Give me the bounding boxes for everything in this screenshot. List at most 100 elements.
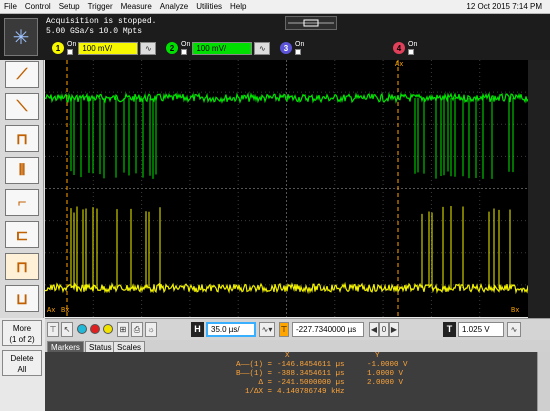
menu-file[interactable]: File [0,0,21,14]
marker-row: 1/ΔX = 4.140786749 kHz [45,388,537,397]
trigger-badge: T [443,322,456,337]
more-button-page: (1 of 2) [9,335,35,344]
more-button-label: More [12,324,32,333]
marker-ax-top-label: Ax [395,61,404,69]
markers-header-x: X [285,352,290,360]
cyan-color-icon[interactable] [77,324,87,334]
timebase-field[interactable]: 35.0 µs/ [206,322,256,337]
marker-row-x: -388.3454611 µs [277,370,345,378]
arrow-icon[interactable]: ↖ [61,322,73,337]
channel-2-checkbox[interactable] [181,49,187,55]
fine-adjust-icon[interactable]: ∿▾ [259,322,275,337]
tab-status[interactable]: Status [85,341,116,352]
menu-trigger[interactable]: Trigger [84,0,117,14]
brightness-icon[interactable]: ☼ [145,322,157,337]
marker-row-y: 1.0000 V [367,370,404,378]
channel-3-control[interactable]: 3 On [280,40,306,56]
date-time: 12 Oct 2015 7:14 PM [466,2,542,11]
channel-1-control[interactable]: 1 On 100 mV/ ∿ [52,40,157,56]
channel-2-coupling-icon[interactable]: ∿ [254,41,271,55]
marker-row: A——(1) = -146.8454611 µs -1.0000 V [45,361,537,370]
channel-3-badge: 3 [280,42,292,54]
markers-panel: X Y A——(1) = -146.8454611 µs -1.0000 V B… [45,352,537,411]
channel-3-on-label: On [295,41,305,48]
edge-trigger-icon[interactable]: ⟋ [5,61,39,88]
print-icon[interactable]: ⎙ [131,322,143,337]
channel-4-on-label: On [408,41,418,48]
marker-row-name: A——(1) = [235,361,272,369]
marker-row-name: 1/ΔX = [244,388,272,396]
channel-1-scale-field[interactable]: 100 mV/ [78,41,139,55]
menu-control[interactable]: Control [21,0,55,14]
marker-row: B——(1) = -388.3454611 µs 1.0000 V [45,370,537,379]
marker-bx-bottom-label: Bx [61,307,70,315]
red-color-icon[interactable] [90,324,100,334]
channel-2-scale-field[interactable]: 100 mV/ [192,41,253,55]
channel-4-badge: 4 [393,42,405,54]
trigger-toolbar: ⟋ ⟍ ⊓ ⫴ ⌐ ⊏ ⊓ ⊔ [0,60,44,318]
marker-bx-right-label: Bx [511,307,520,315]
channel-1-checkbox[interactable] [67,49,73,55]
channel-2-on-label: On [181,41,191,48]
more-button[interactable]: More (1 of 2) [2,320,42,346]
acquisition-status: Acquisition is stopped. 5.00 GSa/s 10.0 … [46,17,156,37]
marker-row-y: -1.0000 V [367,361,408,369]
marker-row-x: 4.140786749 kHz [277,388,345,396]
bottom-toolbar: ⊤ ↖ ⊞ ⎙ ☼ H 35.0 µs/ ∿▾ ⊤ -227.7340000 µ… [45,318,550,340]
status-bar: ✳ Acquisition is stopped. 5.00 GSa/s 10.… [0,14,550,60]
menu-bar: File Control Setup Trigger Measure Analy… [0,0,550,14]
yellow-color-icon[interactable] [103,324,113,334]
zoom-value: 0 [379,322,389,337]
channel-2-badge: 2 [166,42,178,54]
channel-1-coupling-icon[interactable]: ∿ [140,41,157,55]
waveform-display[interactable]: Ax Ax Bx Bx [45,60,528,317]
falling-edge-icon[interactable]: ⟍ [5,93,39,120]
trigger-level-field[interactable]: 1.025 V [458,322,504,337]
channel-1-on-label: On [67,41,77,48]
timeout-icon[interactable]: ⊏ [5,221,39,248]
tab-scales[interactable]: Scales [113,341,146,352]
waveform-traces [45,60,528,317]
transition-icon[interactable]: ⊔ [5,285,39,312]
glitch-icon[interactable]: ⫴ [5,157,39,184]
delete-all-button[interactable]: Delete All [2,350,42,376]
marker-place-icon[interactable]: ⊤ [47,322,59,337]
menu-utilities[interactable]: Utilities [192,0,226,14]
runt-icon[interactable]: ⌐ [5,189,39,216]
marker-row-y: 2.0000 V [367,379,404,387]
overview-waveform-icon[interactable] [285,16,337,30]
tab-markers[interactable]: Markers [47,341,84,352]
marker-row-x: -146.8454611 µs [277,361,345,369]
delete-button-label-2: All [17,365,27,374]
channel-4-control[interactable]: 4 On [393,40,419,56]
marker-row-name: B——(1) = [235,370,272,378]
marker-row-name: Δ = [258,379,272,387]
scope-logo-icon[interactable]: ✳ [4,18,38,56]
channel-2-control[interactable]: 2 On 100 mV/ ∿ [166,40,271,56]
horizontal-badge: H [191,322,204,337]
menu-measure[interactable]: Measure [117,0,156,14]
marker-row-x: -241.5000000 µs [277,379,345,387]
delete-button-label: Delete [10,354,34,363]
channel-4-checkbox[interactable] [408,49,414,55]
channel-1-badge: 1 [52,42,64,54]
marker-ax-bottom-label: Ax [47,307,56,315]
channel-3-checkbox[interactable] [295,49,301,55]
screen-right-strip [528,60,550,318]
panel-tabs: Markers Status Scales [45,340,550,352]
menu-analyze[interactable]: Analyze [156,0,192,14]
menu-setup[interactable]: Setup [55,0,84,14]
zoom-next-button[interactable]: ▶ [389,322,399,337]
stamp-icon[interactable]: ⊞ [117,322,129,337]
markers-header-y: Y [375,352,380,360]
menu-help[interactable]: Help [226,0,250,14]
trigger-level-adjust-icon[interactable]: ∿ [507,322,521,337]
pulse-width-icon[interactable]: ⊓ [5,125,39,152]
marker-row: Δ = -241.5000000 µs 2.0000 V [45,379,537,388]
zoom-prev-button[interactable]: ◀ [369,322,379,337]
trigger-position-icon[interactable]: ⊤ [279,322,289,337]
delay-field[interactable]: -227.7340000 µs [292,322,364,337]
panel-scrollbar[interactable] [537,352,550,411]
setup-hold-icon[interactable]: ⊓ [5,253,39,280]
sample-rate: 5.00 GSa/s 10.0 Mpts [46,27,143,36]
